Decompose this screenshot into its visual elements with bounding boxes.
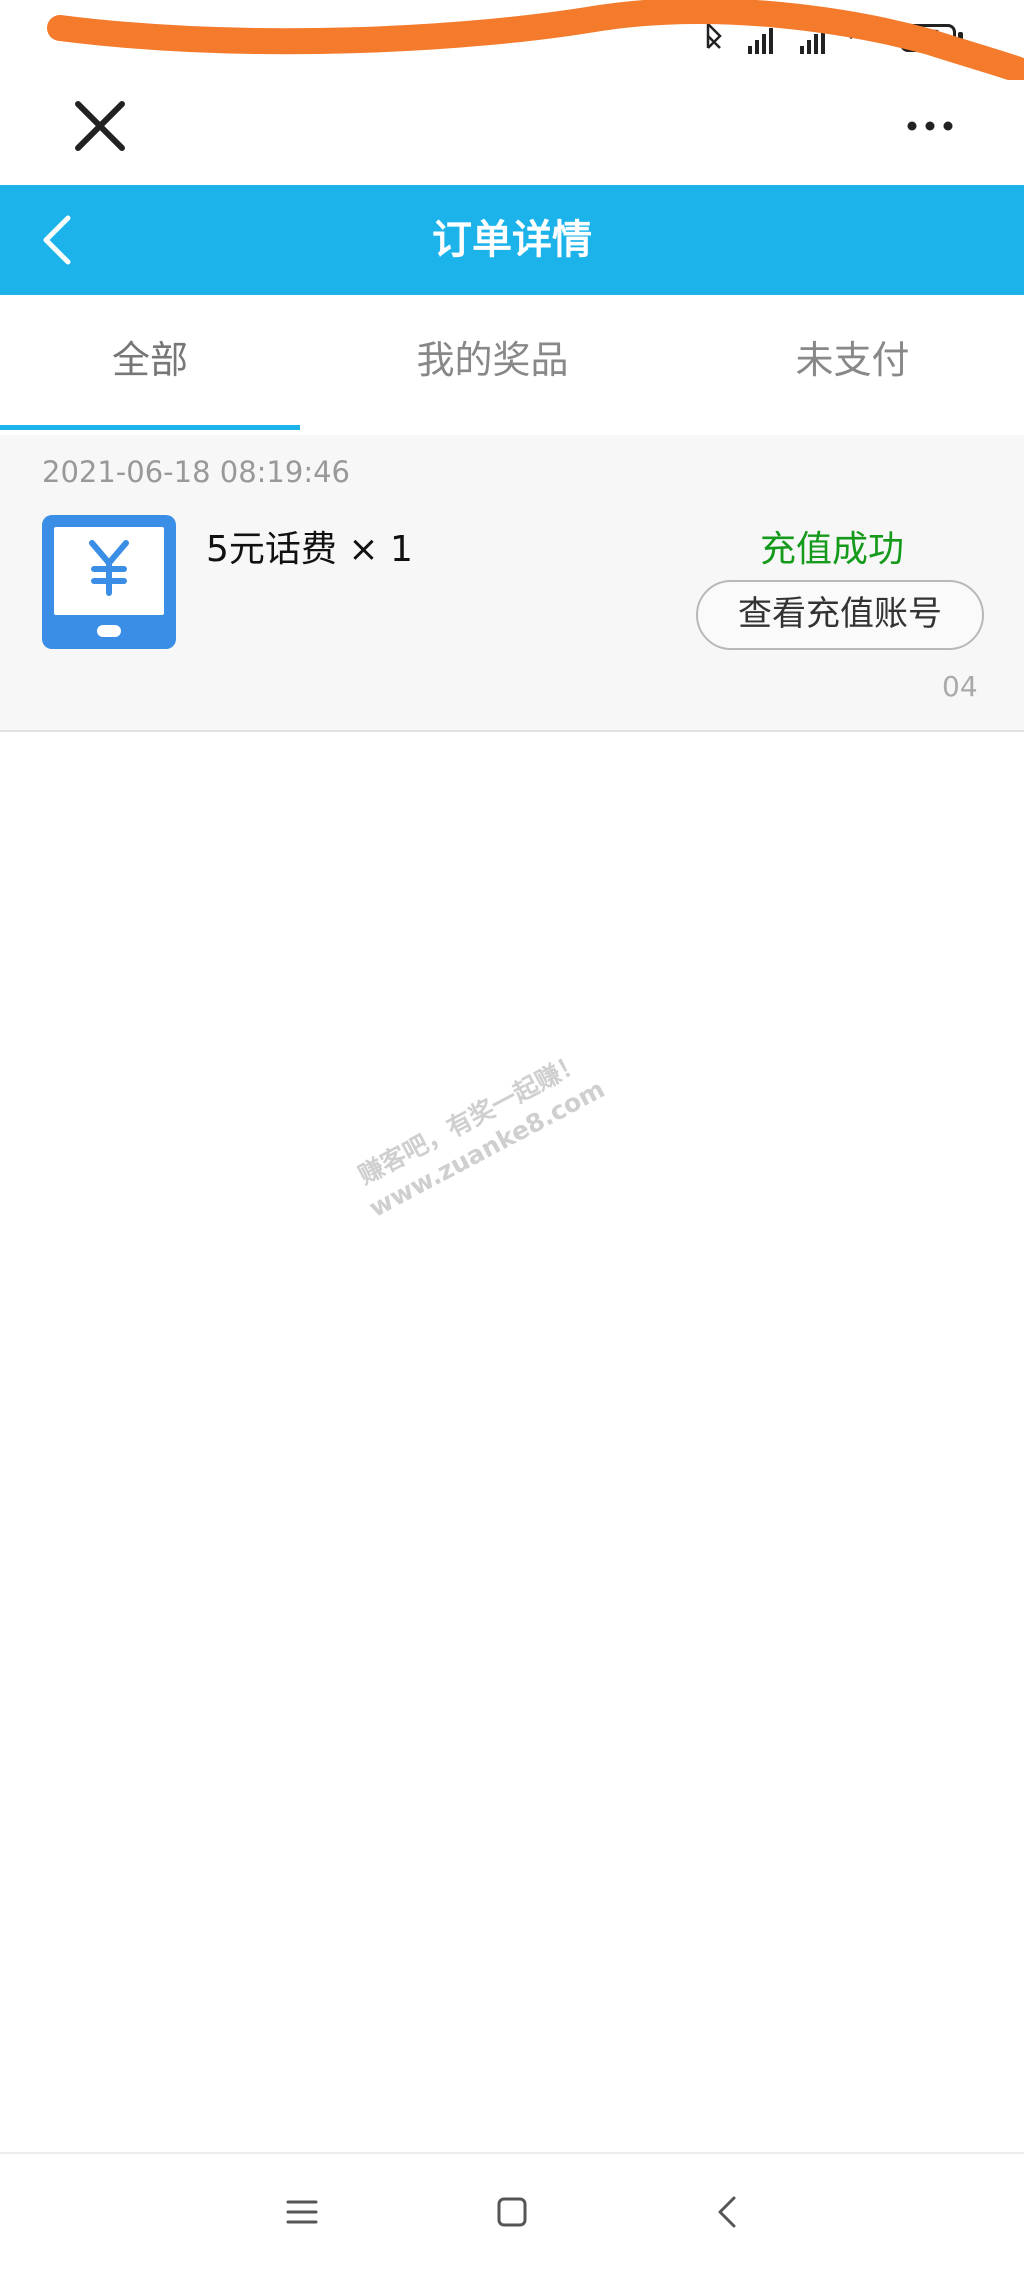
active-tab-indicator [0, 425, 300, 430]
order-time: 2021-06-18 08:19:46 [42, 455, 350, 489]
tab-all[interactable]: 全部 [0, 295, 300, 435]
signal-icons [706, 23, 875, 54]
menu-icon[interactable] [282, 2192, 322, 2232]
phone-recharge-icon [42, 515, 176, 649]
order-status: 充值成功 [760, 529, 905, 570]
page-title: 订单详情 [432, 217, 592, 263]
tab-bar: 全部 我的奖品 未支付 [0, 295, 1024, 435]
battery-level: 76 [915, 26, 941, 50]
home-square-icon[interactable] [496, 2196, 528, 2228]
close-icon[interactable] [72, 98, 128, 154]
status-icons [700, 18, 890, 66]
browser-bar [0, 80, 1024, 185]
tab-my-prizes[interactable]: 我的奖品 [320, 295, 665, 435]
order-number: 04 [942, 670, 978, 703]
chevron-left-icon[interactable] [36, 210, 80, 270]
watermark: 赚客吧，有奖一起赚！ www.zuanke8.com [347, 1042, 610, 1225]
tab-unpaid[interactable]: 未支付 [700, 295, 1005, 435]
back-triangle-icon[interactable] [712, 2192, 742, 2232]
more-dots-icon[interactable] [900, 108, 960, 144]
view-recharge-account-button[interactable]: 查看充值账号 [696, 580, 984, 650]
battery-tip [958, 32, 963, 44]
product-name: 5元话费 × 1 [206, 529, 413, 570]
battery-icon: 76 [900, 24, 956, 52]
